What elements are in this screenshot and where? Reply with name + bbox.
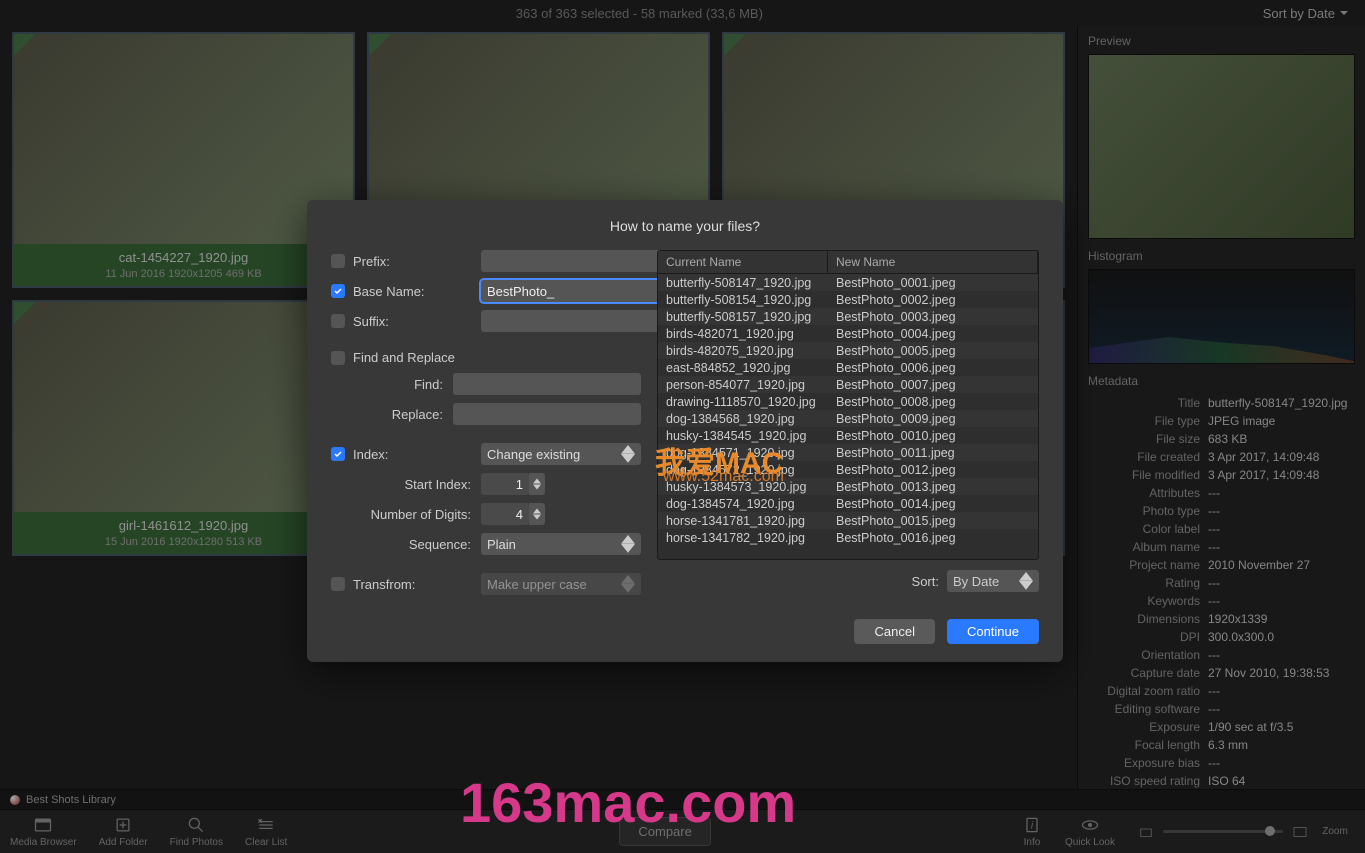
table-row[interactable]: dog-1384572_1920.jpgBestPhoto_0012.jpeg: [658, 461, 1038, 478]
cancel-button[interactable]: Cancel: [854, 619, 934, 644]
base-name-checkbox[interactable]: [331, 284, 345, 298]
transform-checkbox[interactable]: [331, 577, 345, 591]
table-row[interactable]: husky-1384573_1920.jpgBestPhoto_0013.jpe…: [658, 478, 1038, 495]
table-row[interactable]: east-884852_1920.jpgBestPhoto_0006.jpeg: [658, 359, 1038, 376]
sort-select[interactable]: By Date: [947, 570, 1039, 592]
suffix-input[interactable]: [481, 310, 669, 332]
prefix-label: Prefix:: [353, 254, 481, 269]
suffix-checkbox[interactable]: [331, 314, 345, 328]
prefix-checkbox[interactable]: [331, 254, 345, 268]
table-row[interactable]: drawing-1118570_1920.jpgBestPhoto_0008.j…: [658, 393, 1038, 410]
table-row[interactable]: birds-482071_1920.jpgBestPhoto_0004.jpeg: [658, 325, 1038, 342]
sequence-label: Sequence:: [331, 537, 481, 552]
dialog-title: How to name your files?: [331, 218, 1039, 234]
transform-label: Transfrom:: [353, 577, 481, 592]
index-checkbox[interactable]: [331, 447, 345, 461]
replace-label: Replace:: [331, 407, 453, 422]
table-row[interactable]: butterfly-508147_1920.jpgBestPhoto_0001.…: [658, 274, 1038, 291]
digits-label: Number of Digits:: [331, 507, 481, 522]
start-index-label: Start Index:: [331, 477, 481, 492]
table-row[interactable]: dog-1384568_1920.jpgBestPhoto_0009.jpeg: [658, 410, 1038, 427]
rename-dialog: How to name your files? Prefix: Base Nam…: [307, 200, 1063, 662]
sequence-select[interactable]: Plain: [481, 533, 641, 555]
index-label: Index:: [353, 447, 481, 462]
base-name-label: Base Name:: [353, 284, 481, 299]
index-mode-select[interactable]: Change existing: [481, 443, 641, 465]
find-replace-label: Find and Replace: [353, 350, 455, 365]
table-row[interactable]: dog-1384574_1920.jpgBestPhoto_0014.jpeg: [658, 495, 1038, 512]
table-row[interactable]: dog-1384571_1920.jpgBestPhoto_0011.jpeg: [658, 444, 1038, 461]
base-name-input[interactable]: [481, 280, 669, 302]
find-replace-checkbox[interactable]: [331, 351, 345, 365]
table-row[interactable]: person-854077_1920.jpgBestPhoto_0007.jpe…: [658, 376, 1038, 393]
find-label: Find:: [331, 377, 453, 392]
prefix-input[interactable]: [481, 250, 669, 272]
digits-stepper[interactable]: [529, 503, 545, 525]
transform-select[interactable]: Make upper case: [481, 573, 641, 595]
sort-label: Sort:: [912, 574, 939, 589]
replace-input[interactable]: [453, 403, 641, 425]
table-row[interactable]: husky-1384545_1920.jpgBestPhoto_0010.jpe…: [658, 427, 1038, 444]
continue-button[interactable]: Continue: [947, 619, 1039, 644]
col-new: New Name: [828, 251, 1038, 273]
col-current: Current Name: [658, 251, 828, 273]
suffix-label: Suffix:: [353, 314, 481, 329]
table-row[interactable]: birds-482075_1920.jpgBestPhoto_0005.jpeg: [658, 342, 1038, 359]
table-row[interactable]: horse-1341782_1920.jpgBestPhoto_0016.jpe…: [658, 529, 1038, 546]
table-row[interactable]: butterfly-508157_1920.jpgBestPhoto_0003.…: [658, 308, 1038, 325]
rename-table: Current Name New Name butterfly-508147_1…: [657, 250, 1039, 560]
start-index-stepper[interactable]: [529, 473, 545, 495]
start-index-input[interactable]: [481, 473, 529, 495]
table-row[interactable]: horse-1341781_1920.jpgBestPhoto_0015.jpe…: [658, 512, 1038, 529]
table-row[interactable]: butterfly-508154_1920.jpgBestPhoto_0002.…: [658, 291, 1038, 308]
digits-input[interactable]: [481, 503, 529, 525]
find-input[interactable]: [453, 373, 641, 395]
